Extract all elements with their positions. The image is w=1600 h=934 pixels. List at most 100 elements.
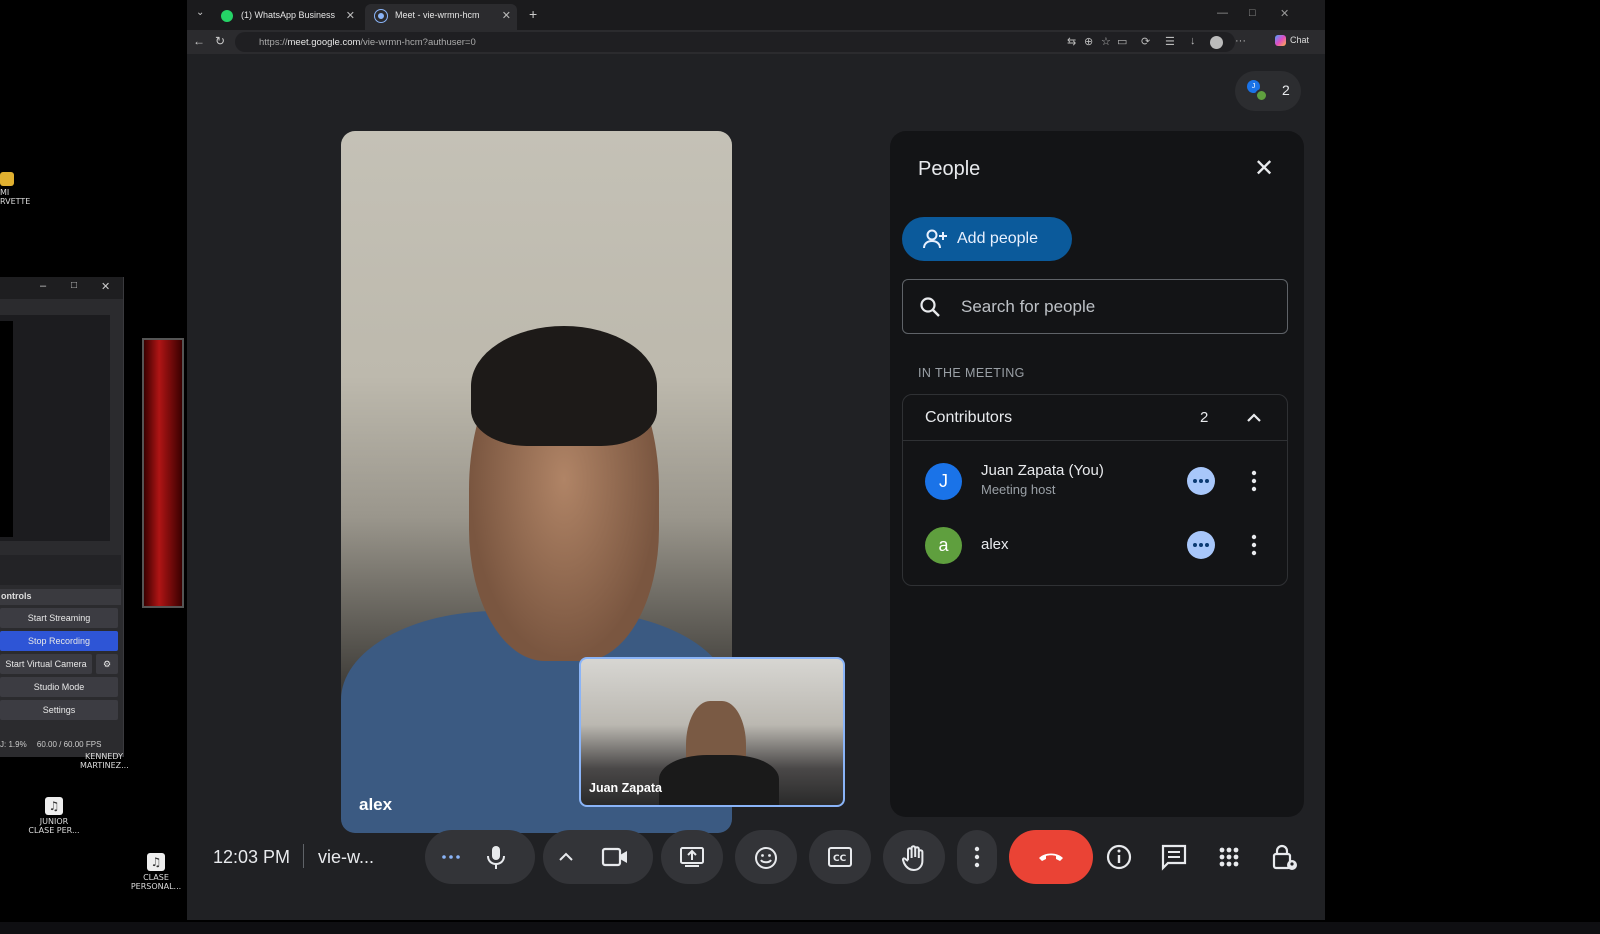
svg-text:CC: CC (833, 854, 847, 864)
add-people-button[interactable]: Add people (902, 217, 1072, 261)
meeting-details-icon[interactable] (1102, 840, 1136, 874)
avatar: a (925, 527, 962, 564)
gear-icon[interactable]: ⚙ (96, 654, 118, 674)
camera-control-group (543, 830, 653, 884)
tab-title: (1) WhatsApp Business (241, 10, 336, 20)
more-options-icon[interactable] (1243, 531, 1265, 559)
minimize-icon[interactable]: – (40, 280, 46, 292)
meeting-clock: 12:03 PM (213, 847, 291, 867)
obs-status-bar: J: 1.9% 60.00 / 60.00 FPS (0, 737, 121, 753)
avatar: J (925, 463, 962, 500)
start-virtual-camera-button[interactable]: Start Virtual Camera (0, 654, 92, 674)
tab-whatsapp[interactable]: (1) WhatsApp Business ✕ (211, 4, 361, 30)
activities-grid-icon[interactable] (1212, 840, 1246, 874)
meet-stage: J 2 alex Juan Zapata People ✕ Add people (187, 54, 1325, 920)
chevron-up-icon[interactable] (557, 850, 575, 864)
more-options-button[interactable] (957, 830, 997, 884)
contributors-header[interactable]: Contributors 2 (903, 395, 1287, 441)
audio-level-icon[interactable] (1187, 467, 1215, 495)
obs-dock (0, 555, 121, 585)
menu-more-icon[interactable]: ··· (1235, 35, 1246, 47)
raise-hand-button[interactable] (883, 830, 945, 884)
search-input[interactable] (961, 295, 1261, 319)
more-options-icon[interactable] (1243, 467, 1265, 495)
audio-options-icon[interactable] (439, 850, 463, 864)
copilot-chat-button[interactable]: Chat (1275, 35, 1309, 47)
profile-avatar-icon[interactable] (1210, 36, 1223, 49)
extensions-icon[interactable]: ⟳ (1141, 35, 1150, 48)
microphone-icon[interactable] (485, 844, 507, 870)
reactions-button[interactable] (735, 830, 797, 884)
video-feed-hair (471, 326, 657, 446)
studio-mode-button[interactable]: Studio Mode (0, 677, 118, 697)
maximize-icon[interactable]: □ (71, 280, 77, 291)
back-icon[interactable]: ← (193, 34, 205, 48)
present-screen-button[interactable] (661, 830, 723, 884)
add-person-icon (923, 229, 947, 249)
participant-count: 2 (1282, 82, 1290, 98)
participant-name: Juan Zapata (You) (981, 462, 1104, 479)
captions-button[interactable]: CC (809, 830, 871, 884)
desktop-icon-label: MI RVETTE (0, 188, 31, 206)
desktop-icon-label: CLASE PERSONAL... (130, 873, 182, 891)
zoom-icon[interactable]: ⊕ (1084, 35, 1093, 48)
people-panel: People ✕ Add people IN THE MEETING Contr… (890, 131, 1304, 817)
meet-icon (374, 9, 388, 23)
desktop-icon-kennedy[interactable]: KENNEDY MARTINEZ... (80, 752, 129, 770)
desktop-icon-mi-rvette[interactable]: MI RVETTE (0, 172, 31, 206)
favorites-icon[interactable]: ☰ (1165, 35, 1175, 48)
chevron-up-icon[interactable] (1243, 407, 1265, 429)
tab-meet[interactable]: Meet - vie-wrmn-hcm ✕ (365, 4, 517, 30)
video-tile-self[interactable]: Juan Zapata (579, 657, 845, 807)
camera-icon[interactable]: ▭ (1117, 35, 1127, 48)
mic-control-group (425, 830, 535, 884)
desktop-icon-label: KENNEDY MARTINEZ... (80, 752, 129, 770)
tile-name-label: Juan Zapata (589, 781, 662, 795)
video-camera-icon[interactable] (601, 846, 629, 868)
favorite-star-icon[interactable]: ☆ (1101, 35, 1111, 48)
minimize-icon[interactable]: — (1217, 7, 1228, 19)
reload-icon[interactable]: ↻ (215, 34, 225, 48)
obs-titlebar: – □ ✕ (0, 277, 123, 299)
obs-preview-source (0, 321, 13, 537)
group-count: 2 (1200, 409, 1209, 426)
browser-window: ⌄ (1) WhatsApp Business ✕ Meet - vie-wrm… (187, 0, 1325, 920)
obs-window: – □ ✕ ontrols Start Streaming Stop Recor… (0, 277, 124, 757)
participant-name: alex (981, 536, 1009, 553)
url-path: /vie-wrmn-hcm?authuser=0 (360, 37, 476, 48)
stop-recording-button[interactable]: Stop Recording (0, 631, 118, 651)
close-icon[interactable]: ✕ (1280, 7, 1289, 20)
tile-name-label: alex (359, 795, 393, 814)
chat-icon[interactable] (1157, 840, 1191, 874)
search-people-field[interactable] (902, 279, 1288, 334)
avatar (1255, 89, 1268, 102)
desktop-icon-clase[interactable]: ♫ CLASE PERSONAL... (128, 853, 184, 891)
closed-captions-icon: CC (828, 847, 852, 867)
settings-button[interactable]: Settings (0, 700, 118, 720)
tab-list-chevron-icon[interactable]: ⌄ (196, 7, 204, 18)
fps-readout: 60.00 / 60.00 FPS (36, 740, 102, 749)
obs-preview (0, 315, 110, 541)
close-tab-icon[interactable]: ✕ (346, 9, 355, 22)
maximize-icon[interactable]: □ (1249, 7, 1256, 19)
host-controls-lock-icon[interactable] (1267, 840, 1301, 874)
whatsapp-icon (221, 10, 233, 22)
close-tab-icon[interactable]: ✕ (502, 9, 511, 22)
new-tab-icon[interactable]: + (529, 6, 537, 22)
close-icon[interactable]: ✕ (1248, 153, 1280, 185)
leave-call-button[interactable] (1009, 830, 1093, 884)
translate-icon[interactable]: ⇆ (1067, 35, 1076, 48)
raise-hand-icon (901, 845, 924, 872)
emoji-icon (755, 847, 777, 869)
participants-chip[interactable]: J 2 (1235, 71, 1301, 111)
divider (303, 844, 304, 868)
participant-role: Meeting host (981, 482, 1056, 497)
audio-level-icon[interactable] (1187, 531, 1215, 559)
start-streaming-button[interactable]: Start Streaming (0, 608, 118, 628)
desktop-icon-junior[interactable]: ♫ JUNIOR CLASE PER... (28, 797, 80, 835)
add-people-label: Add people (957, 230, 1038, 247)
download-icon[interactable]: ↓ (1190, 35, 1196, 47)
obs-controls-header: ontrols (0, 589, 121, 605)
close-icon[interactable]: ✕ (101, 280, 110, 293)
participant-row: J Juan Zapata (You) Meeting host (903, 450, 1287, 512)
